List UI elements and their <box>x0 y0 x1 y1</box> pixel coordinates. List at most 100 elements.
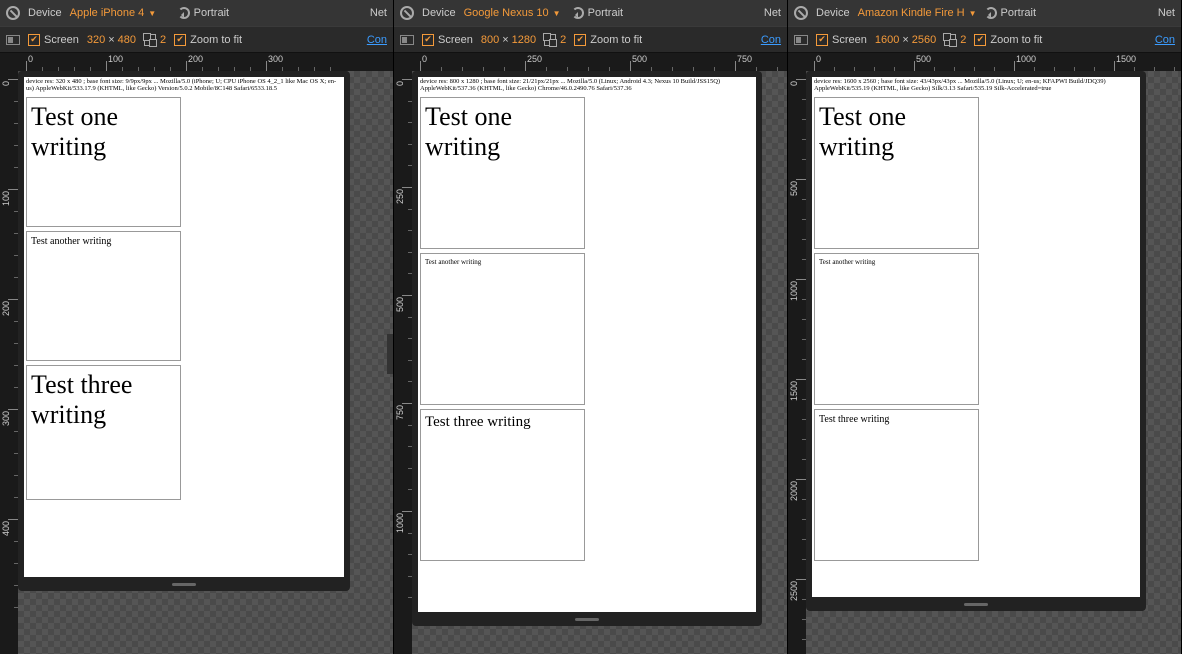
dpr-value: 2 <box>560 34 566 46</box>
ruler-v-label: 250 <box>395 189 405 204</box>
content-box-1: Test one writing <box>26 97 181 227</box>
content-box-3: Test three writing <box>26 365 181 500</box>
screen-toggle[interactable]: ✔ Screen <box>422 34 473 46</box>
content-box-2: Test another writing <box>814 253 979 405</box>
ruler-h-label: 750 <box>737 54 752 64</box>
ruler-h-label: 1500 <box>1116 54 1136 64</box>
width-value: 320 <box>87 34 105 46</box>
ruler-h-label: 100 <box>108 54 123 64</box>
ruler-h-label: 0 <box>28 54 33 64</box>
ruler-v-label: 400 <box>1 521 11 536</box>
dpr-group[interactable]: 2 <box>544 34 566 46</box>
rotate-button[interactable]: Portrait <box>572 7 623 19</box>
cancel-icon[interactable] <box>794 6 808 20</box>
configure-link[interactable]: Con <box>367 34 387 46</box>
ruler-h-label: 500 <box>916 54 931 64</box>
content-box-1: Test one writing <box>814 97 979 249</box>
screen-toggle[interactable]: ✔ Screen <box>28 34 79 46</box>
ruler-v-label: 500 <box>395 297 405 312</box>
home-bar[interactable] <box>412 612 762 626</box>
width-value: 1600 <box>875 34 899 46</box>
width-value: 800 <box>481 34 499 46</box>
device-select[interactable]: Apple iPhone 4 ▼ <box>70 7 170 19</box>
device-screen[interactable]: device res: 1600 x 2560 ; base font size… <box>812 77 1140 597</box>
ruler-vertical: 05001000150020002500 <box>788 71 806 654</box>
ruler-corner <box>394 53 412 71</box>
toolbar: Device Amazon Kindle Fire H ▼ Portrait N… <box>788 0 1181 53</box>
resize-handle[interactable] <box>387 334 393 374</box>
toggle-icon[interactable] <box>400 35 414 45</box>
orientation-label: Portrait <box>588 7 623 19</box>
zoom-label: Zoom to fit <box>190 34 242 46</box>
workspace: 05001000150005001000150020002500device r… <box>788 53 1181 654</box>
height-value: 1280 <box>512 34 536 46</box>
checkbox-icon: ✔ <box>574 34 586 46</box>
ruler-h-label: 1000 <box>1016 54 1036 64</box>
height-value: 2560 <box>912 34 936 46</box>
ruler-v-label: 1500 <box>789 381 799 401</box>
dimensions[interactable]: 320×480 <box>87 34 136 46</box>
dimensions[interactable]: 1600×2560 <box>875 34 936 46</box>
toggle-icon[interactable] <box>794 35 808 45</box>
dimensions[interactable]: 800×1280 <box>481 34 536 46</box>
device-frame: device res: 800 x 1280 ; base font size:… <box>412 71 762 626</box>
cancel-icon[interactable] <box>400 6 414 20</box>
zoom-toggle[interactable]: ✔ Zoom to fit <box>174 34 242 46</box>
ruler-v-label: 300 <box>1 411 11 426</box>
dpr-value: 2 <box>160 34 166 46</box>
ruler-h-label: 300 <box>268 54 283 64</box>
toggle-icon[interactable] <box>6 35 20 45</box>
user-agent-text: device res: 800 x 1280 ; base font size:… <box>418 77 756 93</box>
cancel-icon[interactable] <box>6 6 20 20</box>
device-select[interactable]: Amazon Kindle Fire H ▼ <box>858 7 977 19</box>
ruler-v-label: 100 <box>1 191 11 206</box>
home-indicator-icon <box>172 583 196 586</box>
orientation-label: Portrait <box>194 7 229 19</box>
network-label: Net <box>764 7 781 19</box>
orientation-label: Portrait <box>1001 7 1036 19</box>
swap-icon <box>944 34 956 46</box>
rotate-button[interactable]: Portrait <box>985 7 1036 19</box>
home-bar[interactable] <box>806 597 1146 611</box>
device-name-text: Amazon Kindle Fire H <box>858 7 965 19</box>
ruler-h-label: 0 <box>422 54 427 64</box>
toolbar: Device Google Nexus 10 ▼ Portrait Net ✔ … <box>394 0 787 53</box>
swap-icon <box>544 34 556 46</box>
device-screen[interactable]: device res: 800 x 1280 ; base font size:… <box>418 77 756 612</box>
device-label: Device <box>422 7 456 19</box>
ruler-v-label: 1000 <box>789 281 799 301</box>
zoom-label: Zoom to fit <box>590 34 642 46</box>
ruler-h-label: 200 <box>188 54 203 64</box>
device-select[interactable]: Google Nexus 10 ▼ <box>464 7 564 19</box>
device-screen[interactable]: device res: 320 x 480 ; base font size: … <box>24 77 344 577</box>
dpr-group[interactable]: 2 <box>944 34 966 46</box>
device-label: Device <box>816 7 850 19</box>
ruler-h-label: 250 <box>527 54 542 64</box>
rotate-button[interactable]: Portrait <box>178 7 229 19</box>
pane-2: Device Google Nexus 10 ▼ Portrait Net ✔ … <box>394 0 788 654</box>
screen-label: Screen <box>438 34 473 46</box>
ruler-horizontal: 0 500 1000 1500 <box>806 53 1181 71</box>
height-value: 480 <box>118 34 136 46</box>
home-bar[interactable] <box>18 577 350 591</box>
zoom-toggle[interactable]: ✔ Zoom to fit <box>574 34 642 46</box>
configure-link[interactable]: Con <box>761 34 781 46</box>
configure-link[interactable]: Con <box>1155 34 1175 46</box>
workspace: 01002003000100200300400device res: 320 x… <box>0 53 393 654</box>
device-frame: device res: 1600 x 2560 ; base font size… <box>806 71 1146 611</box>
chevron-down-icon: ▼ <box>969 9 977 18</box>
chevron-down-icon: ▼ <box>148 9 156 18</box>
content-box-3: Test three writing <box>420 409 585 561</box>
ruler-v-label: 0 <box>395 81 405 86</box>
content-box-2: Test another writing <box>26 231 181 361</box>
device-name-text: Apple iPhone 4 <box>70 7 145 19</box>
network-label: Net <box>1158 7 1175 19</box>
home-indicator-icon <box>575 618 599 621</box>
screen-label: Screen <box>832 34 867 46</box>
ruler-h-label: 0 <box>816 54 821 64</box>
zoom-toggle[interactable]: ✔ Zoom to fit <box>974 34 1042 46</box>
content-box-3: Test three writing <box>814 409 979 561</box>
ruler-v-label: 200 <box>1 301 11 316</box>
dpr-group[interactable]: 2 <box>144 34 166 46</box>
screen-toggle[interactable]: ✔ Screen <box>816 34 867 46</box>
